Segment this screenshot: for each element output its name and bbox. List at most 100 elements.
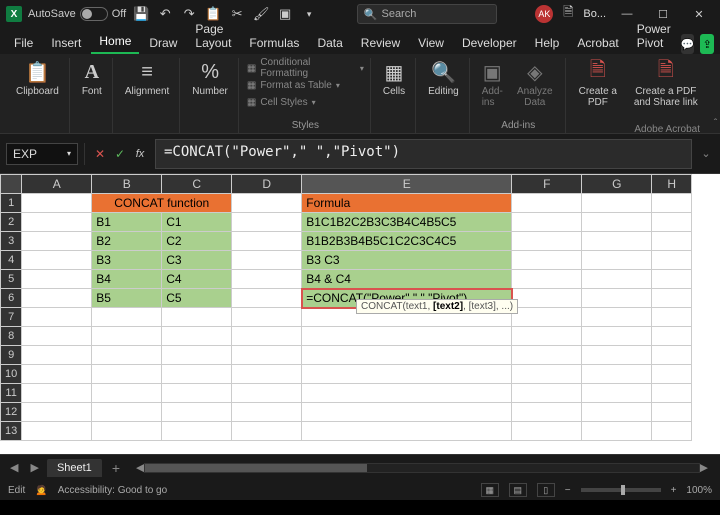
accessibility-status[interactable]: Accessibility: Good to go xyxy=(58,485,168,496)
cell-G10[interactable] xyxy=(582,365,652,384)
col-header-H[interactable]: H xyxy=(652,175,692,194)
tab-page-layout[interactable]: Page Layout xyxy=(187,18,239,54)
search-box[interactable]: 🔍 Search xyxy=(357,4,497,24)
cell-G3[interactable] xyxy=(582,232,652,251)
cell-D4[interactable] xyxy=(232,251,302,270)
cell-F8[interactable] xyxy=(512,327,582,346)
tab-help[interactable]: Help xyxy=(527,32,568,54)
cell-D3[interactable] xyxy=(232,232,302,251)
cell-G11[interactable] xyxy=(582,384,652,403)
cell-H11[interactable] xyxy=(652,384,692,403)
cell-E4[interactable]: B3 C3 xyxy=(302,251,512,270)
cell-G7[interactable] xyxy=(582,308,652,327)
cell-G4[interactable] xyxy=(582,251,652,270)
zoom-slider[interactable] xyxy=(581,488,661,492)
cell-F2[interactable] xyxy=(512,213,582,232)
view-normal-icon[interactable]: ▦ xyxy=(481,483,499,497)
tab-data[interactable]: Data xyxy=(309,32,350,54)
cell-F12[interactable] xyxy=(512,403,582,422)
undo-icon[interactable]: ↶ xyxy=(156,6,174,22)
save-icon[interactable]: 💾 xyxy=(132,6,150,22)
cell-E10[interactable] xyxy=(302,365,512,384)
sheet-tab[interactable]: Sheet1 xyxy=(47,459,102,477)
select-all-corner[interactable] xyxy=(1,175,22,194)
cell-D1[interactable] xyxy=(232,194,302,213)
row-header-2[interactable]: 2 xyxy=(1,213,22,232)
col-header-B[interactable]: B xyxy=(92,175,162,194)
more-icon[interactable]: ▾ xyxy=(300,9,318,20)
cell-A11[interactable] xyxy=(22,384,92,403)
tab-draw[interactable]: Draw xyxy=(141,32,185,54)
prev-sheet-button[interactable]: ◀ xyxy=(6,461,22,474)
cell-G2[interactable] xyxy=(582,213,652,232)
editing-button[interactable]: 🔍 Editing xyxy=(424,58,463,99)
cell-B8[interactable] xyxy=(92,327,162,346)
analyze-data-button[interactable]: ◈ Analyze Data xyxy=(511,58,559,110)
spreadsheet-grid[interactable]: ABCDEFGH1CONCAT functionFormula2B1C1B1C1… xyxy=(0,174,720,454)
zoom-out-button[interactable]: − xyxy=(565,485,571,496)
cell-A5[interactable] xyxy=(22,270,92,289)
cell-A3[interactable] xyxy=(22,232,92,251)
cell-D9[interactable] xyxy=(232,346,302,365)
close-button[interactable]: ✕ xyxy=(684,4,714,24)
tab-view[interactable]: View xyxy=(410,32,452,54)
cell-H5[interactable] xyxy=(652,270,692,289)
row-header-12[interactable]: 12 xyxy=(1,403,22,422)
cell-H2[interactable] xyxy=(652,213,692,232)
cell-H13[interactable] xyxy=(652,422,692,441)
row-header-1[interactable]: 1 xyxy=(1,194,22,213)
cell-E8[interactable] xyxy=(302,327,512,346)
row-header-8[interactable]: 8 xyxy=(1,327,22,346)
row-header-3[interactable]: 3 xyxy=(1,232,22,251)
avatar[interactable]: AK xyxy=(535,5,553,23)
add-sheet-button[interactable]: + xyxy=(106,460,126,476)
tab-insert[interactable]: Insert xyxy=(43,32,89,54)
cell-F1[interactable] xyxy=(512,194,582,213)
row-header-4[interactable]: 4 xyxy=(1,251,22,270)
accept-button[interactable]: ✓ xyxy=(111,144,129,164)
cell-H4[interactable] xyxy=(652,251,692,270)
addins-button[interactable]: ▣ Add-ins xyxy=(478,58,507,110)
cell-C10[interactable] xyxy=(162,365,232,384)
paste-button[interactable]: 📋 Clipboard xyxy=(12,58,63,99)
cell-E1[interactable]: Formula xyxy=(302,194,512,213)
cell-D11[interactable] xyxy=(232,384,302,403)
cell-H3[interactable] xyxy=(652,232,692,251)
collapse-ribbon-button[interactable]: ˆ xyxy=(714,118,717,133)
cell-G9[interactable] xyxy=(582,346,652,365)
zoom-in-button[interactable]: + xyxy=(671,485,677,496)
cell-F4[interactable] xyxy=(512,251,582,270)
cell-B5[interactable]: B4 xyxy=(92,270,162,289)
cell-F11[interactable] xyxy=(512,384,582,403)
cell-B1[interactable]: CONCAT function xyxy=(92,194,232,213)
cell-F13[interactable] xyxy=(512,422,582,441)
cell-A9[interactable] xyxy=(22,346,92,365)
cell-H12[interactable] xyxy=(652,403,692,422)
cell-A12[interactable] xyxy=(22,403,92,422)
row-header-10[interactable]: 10 xyxy=(1,365,22,384)
formula-input[interactable]: =CONCAT("Power"," ","Pivot") xyxy=(155,139,692,169)
cell-B6[interactable]: B5 xyxy=(92,289,162,308)
cell-H6[interactable] xyxy=(652,289,692,308)
cell-F7[interactable] xyxy=(512,308,582,327)
cell-F10[interactable] xyxy=(512,365,582,384)
cell-C11[interactable] xyxy=(162,384,232,403)
cell-B13[interactable] xyxy=(92,422,162,441)
cancel-button[interactable]: ✕ xyxy=(91,144,109,164)
tab-formulas[interactable]: Formulas xyxy=(241,32,307,54)
share-button[interactable]: ⇪ xyxy=(700,34,714,54)
cell-E11[interactable] xyxy=(302,384,512,403)
cells-button[interactable]: ▦ Cells xyxy=(379,58,409,99)
number-button[interactable]: % Number xyxy=(188,58,232,99)
col-header-A[interactable]: A xyxy=(22,175,92,194)
cell-F5[interactable] xyxy=(512,270,582,289)
cell-B11[interactable] xyxy=(92,384,162,403)
row-header-7[interactable]: 7 xyxy=(1,308,22,327)
cell-F6[interactable] xyxy=(512,289,582,308)
cell-C12[interactable] xyxy=(162,403,232,422)
row-header-6[interactable]: 6 xyxy=(1,289,22,308)
cell-G8[interactable] xyxy=(582,327,652,346)
cell-B9[interactable] xyxy=(92,346,162,365)
format-painter-icon[interactable]: 🖌 xyxy=(252,6,270,22)
cell-H10[interactable] xyxy=(652,365,692,384)
